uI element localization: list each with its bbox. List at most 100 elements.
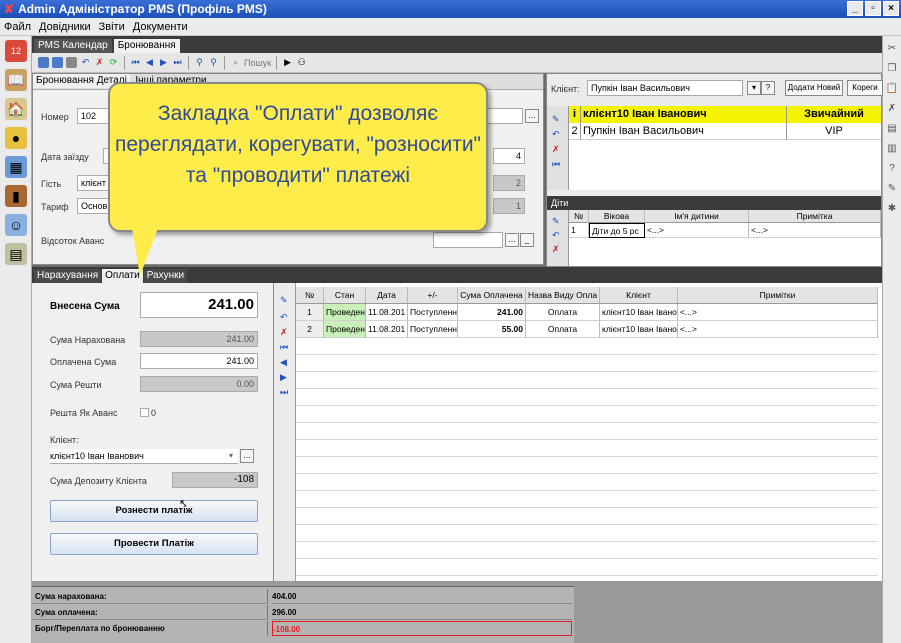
grid-row-state[interactable]: Проведений <box>324 304 366 321</box>
edit-client-button[interactable]: Кореги <box>847 80 883 96</box>
grid-row-sum[interactable]: 55.00 <box>458 321 526 338</box>
client-dropdown-button[interactable]: ▾ <box>747 81 761 95</box>
entered-sum-field[interactable]: 241.00 <box>140 292 258 318</box>
grid-next-icon[interactable]: ▶ <box>280 372 295 383</box>
grid-edit-icon[interactable]: ✎ <box>280 295 295 306</box>
grid-prev-icon[interactable]: ◀ <box>280 357 295 368</box>
client-row-name[interactable]: клієнт10 Іван Іванович <box>581 106 787 123</box>
rest-advance-checkbox[interactable] <box>140 408 149 417</box>
paid-sum-field[interactable]: 241.00 <box>140 353 258 369</box>
grid-row-direction[interactable]: Поступлення <box>408 304 458 321</box>
undo-icon[interactable]: ↶ <box>80 57 91 68</box>
prev-record-icon[interactable]: ◀ <box>144 57 155 68</box>
grid-last-icon[interactable]: ⏭ <box>280 387 295 398</box>
client-panel: Клієнт: Пупкін Іван Васильович ▾ ? Додат… <box>546 73 883 267</box>
room-type-lookup-button[interactable]: … <box>525 109 539 123</box>
children-row-name[interactable]: <...> <box>645 223 749 238</box>
doc2-icon[interactable]: ▥ <box>885 142 899 156</box>
client-edit-icon[interactable]: ✎ <box>552 114 568 125</box>
nights-field[interactable]: 4 <box>493 148 525 164</box>
children-row-note[interactable]: <...> <box>749 223 881 238</box>
menu-docs[interactable]: Документи <box>133 21 188 33</box>
door-icon[interactable]: ▮ <box>5 185 27 207</box>
client-row-type[interactable]: Звичайний <box>787 106 881 123</box>
context-help-icon[interactable]: ✎ <box>885 182 899 196</box>
grid-row-client[interactable]: клієнт10 Іван Іванович <box>600 321 678 338</box>
search-icon[interactable]: ⌕ <box>230 57 241 68</box>
doc-icon[interactable]: ▤ <box>885 122 899 136</box>
last-record-icon[interactable]: ⏭ <box>172 57 183 68</box>
grid-row-date[interactable]: 11.08.201 <box>366 304 408 321</box>
grid-row-client[interactable]: клієнт10 Іван Іванович <box>600 304 678 321</box>
maximize-button[interactable]: ▫ <box>865 1 881 16</box>
grid-row-kind[interactable]: Оплата <box>526 304 600 321</box>
copy-icon[interactable]: ❐ <box>885 62 899 76</box>
menu-refs[interactable]: Довідники <box>39 21 91 33</box>
grid-row-note[interactable]: <...> <box>678 304 878 321</box>
children-edit-icon[interactable]: ✎ <box>552 216 568 227</box>
calendar-icon[interactable]: 12 <box>5 40 27 62</box>
grid-row-num[interactable]: 1 <box>296 304 324 321</box>
save-close-icon[interactable] <box>52 57 63 68</box>
grid-row-num[interactable]: 2 <box>296 321 324 338</box>
distribute-payment-button[interactable]: Рознести платіж <box>50 500 258 522</box>
go-icon[interactable]: ▶ <box>282 57 293 68</box>
refresh-icon[interactable]: ⟳ <box>108 57 119 68</box>
add-new-client-button[interactable]: Додати Новий <box>785 80 843 96</box>
client-help-button[interactable]: ? <box>761 81 775 95</box>
grid-row-direction[interactable]: Поступлення <box>408 321 458 338</box>
minimize-button[interactable]: _ <box>847 1 863 16</box>
client-first-icon[interactable]: ⏮ <box>552 159 568 170</box>
payment-client-field[interactable]: клієнт10 Іван Іванович <box>50 449 238 464</box>
print-icon[interactable] <box>66 57 77 68</box>
menu-file[interactable]: Файл <box>4 21 31 33</box>
payment-client-lookup-button[interactable]: … <box>240 449 254 463</box>
menu-reports[interactable]: Звіти <box>99 21 125 33</box>
grid-row-kind[interactable]: Оплата <box>526 321 600 338</box>
advance-clear-button[interactable]: _ <box>520 233 534 247</box>
client-field[interactable]: Пупкін Іван Васильович <box>587 80 743 96</box>
grid-row-sum[interactable]: 241.00 <box>458 304 526 321</box>
filter-clear-icon[interactable]: ⚲ <box>208 57 219 68</box>
register-icon[interactable]: ▤ <box>5 243 27 265</box>
grid-first-icon[interactable]: ⏮ <box>280 342 295 353</box>
close-button[interactable]: × <box>883 1 899 16</box>
advance-lookup-button[interactable]: … <box>505 233 519 247</box>
book-icon[interactable]: 📖 <box>5 69 27 91</box>
tab-charges[interactable]: Нарахування <box>34 269 102 283</box>
children-row-age[interactable]: Діти до 5 рс <box>589 223 645 238</box>
hotel-icon[interactable]: 🏠 <box>5 98 27 120</box>
delete-icon[interactable]: ✗ <box>94 57 105 68</box>
help-icon[interactable]: ? <box>885 162 899 176</box>
children-delete-icon[interactable]: ✗ <box>552 244 568 255</box>
client-row-name[interactable]: Пупкін Іван Васильович <box>581 123 787 140</box>
total-paid-label: Сума оплачена: <box>32 605 268 620</box>
client-row-type[interactable]: VIP <box>787 123 881 140</box>
tab-pms-calendar[interactable]: PMS Календар <box>34 39 112 53</box>
post-payment-button[interactable]: Провести Платіж <box>50 533 258 555</box>
settings-icon[interactable]: ✱ <box>885 202 899 216</box>
coins-icon[interactable]: ● <box>5 127 27 149</box>
first-record-icon[interactable]: ⏮ <box>130 57 141 68</box>
grid-row-state[interactable]: Проведений <box>324 321 366 338</box>
next-record-icon[interactable]: ▶ <box>158 57 169 68</box>
tab-booking[interactable]: Бронювання <box>113 39 180 53</box>
paste-icon[interactable]: 📋 <box>885 82 899 96</box>
filter-icon[interactable]: ⚲ <box>194 57 205 68</box>
client-dropdown-icon[interactable]: ▾ <box>229 451 233 460</box>
client-undo-icon[interactable]: ↶ <box>552 129 568 140</box>
client-delete-icon[interactable]: ✗ <box>552 144 568 155</box>
advance-field[interactable] <box>433 232 503 248</box>
grid-delete-icon[interactable]: ✗ <box>280 327 295 338</box>
search-label[interactable]: Пошук <box>244 58 271 68</box>
scissors-icon[interactable]: ✂ <box>885 42 899 56</box>
save-icon[interactable] <box>38 57 49 68</box>
children-undo-icon[interactable]: ↶ <box>552 230 568 241</box>
cut-icon[interactable]: ✗ <box>885 102 899 116</box>
computer-icon[interactable]: ▦ <box>5 156 27 178</box>
grid-row-note[interactable]: <...> <box>678 321 878 338</box>
person-icon[interactable]: ☺ <box>5 214 27 236</box>
binoculars-icon[interactable]: ⚇ <box>296 57 307 68</box>
grid-row-date[interactable]: 11.08.201 <box>366 321 408 338</box>
grid-undo-icon[interactable]: ↶ <box>280 312 295 323</box>
